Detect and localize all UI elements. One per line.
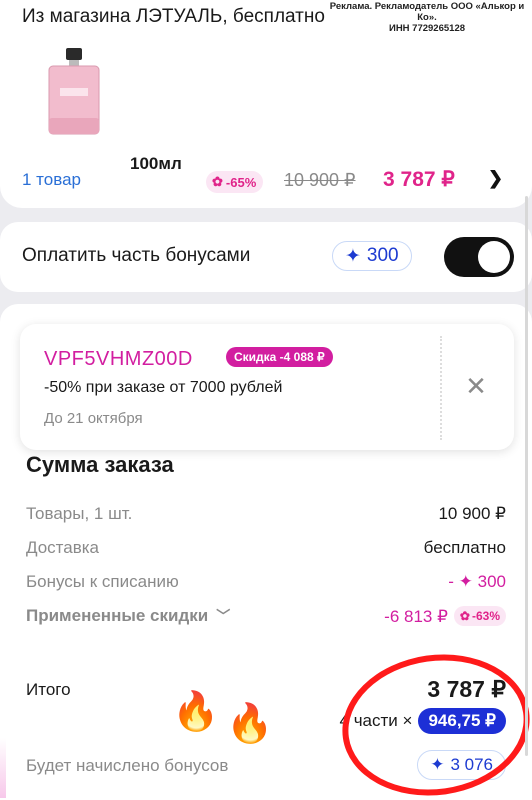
applied-discounts-value-group: -6 813 ₽ ✿ -63% [384, 606, 506, 627]
scrollbar[interactable] [525, 196, 528, 756]
goods-value: 10 900 ₽ [438, 504, 506, 523]
delivery-value: бесплатно [423, 538, 506, 557]
promo-discount-badge: Скидка -4 088 ₽ [226, 347, 333, 367]
bonus-earn-value: 3 076 [450, 755, 493, 774]
bonus-payment-label: Оплатить часть бонусами [22, 245, 251, 266]
fire-emoji-icon: 🔥 [172, 691, 220, 733]
product-card: Из магазина ЛЭТУАЛЬ, бесплатно Реклама. … [0, 0, 532, 208]
promo-divider [440, 336, 442, 440]
perfume-bottle-image[interactable] [46, 48, 102, 136]
summary-title: Сумма заказа [26, 452, 174, 477]
left-edge-decoration [0, 738, 6, 798]
ad-disclaimer: Реклама. Рекламодатель ООО «Алькор и Ко»… [322, 1, 532, 34]
ad-line-1: Реклама. Рекламодатель ООО «Алькор и Ко»… [329, 1, 525, 23]
installments-line[interactable]: 4 части × 946,75 ₽ [340, 708, 506, 734]
promo-code-box: VPF5VHMZ00D Скидка -4 088 ₽ -50% при зак… [20, 324, 514, 450]
applied-discounts-toggle[interactable]: Примененные скидки ﹀ [26, 606, 230, 626]
chevron-down-icon: ﹀ [216, 608, 231, 624]
bonus-earn-chip: ✦ 3 076 [417, 750, 506, 780]
flower-icon: ✿ [459, 609, 470, 623]
goods-label: Товары, 1 шт. [26, 504, 133, 523]
bonus-writeoff-value: - ✦ 300 [448, 572, 506, 591]
product-volume: 100мл [130, 154, 182, 173]
fire-emoji-icon: 🔥 [226, 703, 274, 745]
applied-discounts-value: -6 813 ₽ [384, 607, 448, 626]
installments-amount: 946,75 ₽ [418, 708, 506, 734]
chevron-right-icon[interactable]: ❯ [488, 168, 503, 189]
close-icon[interactable]: ✕ [464, 373, 488, 399]
promo-description: -50% при заказе от 7000 рублей [44, 379, 283, 396]
applied-discounts-label: Примененные скидки [26, 606, 209, 625]
applied-discount-badge: ✿ -63% [453, 606, 506, 626]
flower-icon: ✿ [212, 174, 223, 189]
total-value: 3 787 ₽ [427, 676, 506, 702]
toggle-knob [478, 241, 510, 273]
sparkle-icon: ✦ [345, 245, 361, 267]
bonus-amount: 300 [366, 245, 399, 266]
total-label: Итого [26, 680, 71, 699]
bonus-writeoff-label: Бонусы к списанию [26, 572, 179, 591]
ad-line-2: ИНН 7729265128 [388, 23, 466, 34]
discount-badge: ✿ -65% [206, 171, 264, 193]
bonus-toggle[interactable] [444, 237, 514, 277]
bonus-earn-label: Будет начислено бонусов [26, 756, 229, 775]
discount-percent: -65% [225, 174, 257, 190]
old-price: 10 900 ₽ [284, 170, 356, 190]
promo-code: VPF5VHMZ00D [44, 348, 193, 370]
sparkle-icon: ✦ [430, 755, 445, 774]
store-line: Из магазина ЛЭТУАЛЬ, бесплатно [22, 6, 325, 27]
promo-valid-until: До 21 октября [44, 410, 143, 427]
bonus-amount-chip: ✦ 300 [332, 241, 412, 271]
bonus-payment-card: Оплатить часть бонусами ✦ 300 [0, 222, 532, 292]
applied-discount-percent: -63% [471, 609, 500, 623]
delivery-label: Доставка [26, 538, 100, 557]
new-price: 3 787 ₽ [383, 168, 455, 191]
installments-prefix: 4 части × [339, 711, 413, 730]
items-count-link[interactable]: 1 товар [22, 170, 81, 190]
